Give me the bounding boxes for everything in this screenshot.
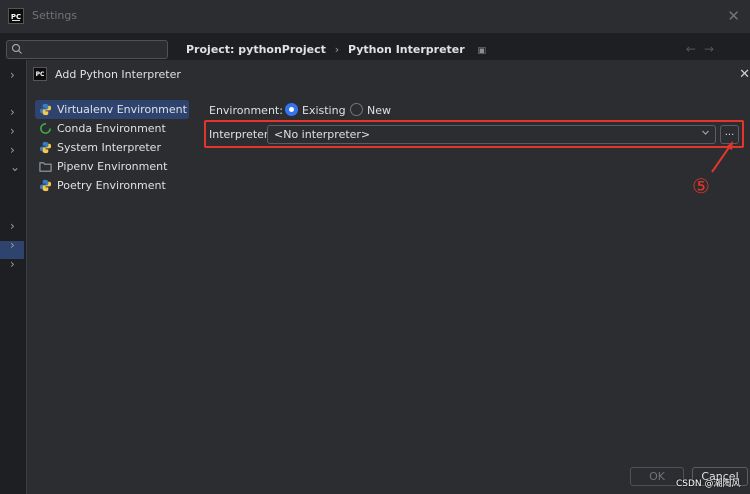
settings-search-input[interactable] [6, 40, 168, 59]
folder-icon [39, 162, 52, 172]
existing-radio[interactable] [285, 103, 298, 116]
pycharm-logo-icon: PC [33, 67, 47, 81]
dialog-close-icon[interactable]: ✕ [739, 67, 750, 82]
environment-label: Environment: [209, 104, 283, 117]
breadcrumb-separator: › [334, 43, 340, 56]
tree-expand-chevron-icon[interactable]: › [10, 219, 22, 233]
tree-expand-chevron-icon[interactable]: › [10, 68, 22, 82]
watermark-text: CSDN @潮陶风 [676, 479, 741, 489]
type-item-poetry[interactable]: Poetry Environment [35, 176, 189, 195]
type-item-pipenv[interactable]: Pipenv Environment [35, 157, 189, 176]
settings-title: Settings [32, 9, 78, 22]
settings-close-icon[interactable]: ✕ [727, 7, 740, 25]
python-icon [39, 141, 52, 154]
breadcrumb: Project: pythonProject › Python Interpre… [186, 43, 491, 56]
interpreter-value: <No interpreter> [274, 128, 371, 141]
new-radio-label[interactable]: New [367, 104, 391, 117]
type-label: Conda Environment [57, 122, 166, 135]
dialog-header: PC Add Python Interpreter ✕ [27, 60, 750, 90]
tree-expand-chevron-icon[interactable]: › [10, 124, 22, 138]
type-item-virtualenv[interactable]: Virtualenv Environment [35, 100, 189, 119]
type-item-conda[interactable]: Conda Environment [35, 119, 189, 138]
tree-collapse-chevron-icon[interactable]: ⌄ [10, 160, 22, 174]
back-arrow-icon[interactable]: ← [686, 42, 704, 56]
project-scope-icon: ▣ [477, 46, 487, 56]
breadcrumb-python-interpreter: Python Interpreter [347, 43, 465, 56]
type-label: Poetry Environment [57, 179, 166, 192]
type-item-system[interactable]: System Interpreter [35, 138, 189, 157]
existing-radio-label[interactable]: Existing [302, 104, 346, 117]
conda-icon [40, 123, 51, 134]
tree-expand-chevron-icon[interactable]: › [10, 257, 22, 271]
navigation-arrows: ←→ [686, 42, 722, 56]
annotation-arrow-icon [711, 141, 733, 173]
interpreter-label: Interpreter: [209, 128, 272, 141]
interpreter-type-list: Virtualenv Environment Conda Environment… [35, 100, 189, 195]
python-icon [39, 179, 52, 192]
tree-expand-chevron-icon[interactable]: › [10, 143, 22, 157]
forward-arrow-icon[interactable]: → [704, 42, 722, 56]
type-label: System Interpreter [57, 141, 161, 154]
pycharm-logo-icon: PC [8, 8, 24, 24]
new-radio[interactable] [350, 103, 363, 116]
tree-expand-chevron-icon[interactable]: › [10, 238, 22, 252]
dialog-title: Add Python Interpreter [55, 68, 181, 81]
settings-titlebar: PC Settings ✕ [0, 0, 750, 34]
interpreter-select[interactable]: <No interpreter> [267, 125, 716, 144]
search-icon [11, 43, 23, 58]
type-label: Pipenv Environment [57, 160, 168, 173]
breadcrumb-project[interactable]: Project: pythonProject [186, 43, 326, 56]
tree-expand-chevron-icon[interactable]: › [10, 105, 22, 119]
environment-row: Environment: Existing New [209, 102, 509, 120]
type-label: Virtualenv Environment [57, 103, 187, 116]
settings-tree: › › › › ⌄ › › › [0, 62, 26, 362]
python-icon [39, 103, 52, 116]
annotation-step-number: ⑤ [692, 174, 710, 198]
